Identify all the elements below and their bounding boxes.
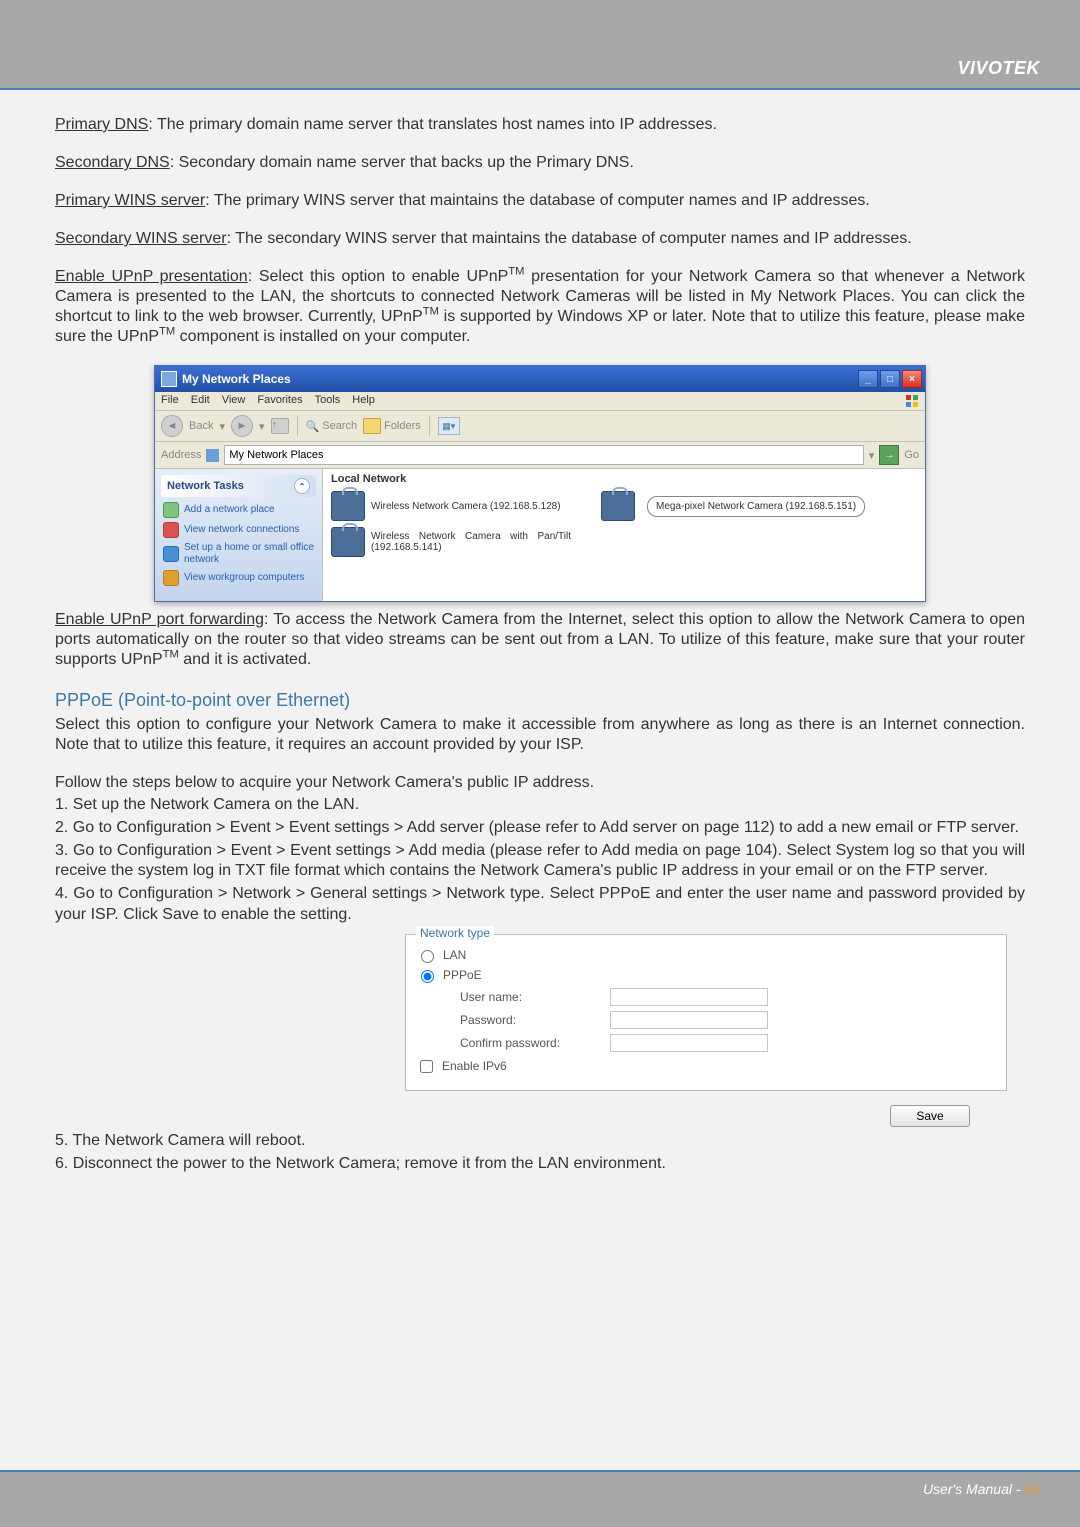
folder-icon [363, 418, 381, 434]
pppoe-intro: Select this option to configure your Net… [55, 715, 1025, 755]
add-place-icon [163, 502, 179, 518]
windows-flag-icon [905, 394, 919, 408]
pppoe-label: PPPoE [443, 968, 482, 982]
task-view-connections[interactable]: View network connections [163, 522, 314, 538]
menu-file[interactable]: File [161, 394, 179, 408]
window-titlebar: My Network Places _ □ × [155, 366, 925, 392]
step-6: 6. Disconnect the power to the Network C… [55, 1154, 1025, 1175]
back-button[interactable]: ◄ [161, 415, 183, 437]
views-button[interactable]: ▦▾ [438, 417, 460, 435]
menu-view[interactable]: View [222, 394, 246, 408]
upnp-forwarding-paragraph: Enable UPnP port forwarding: To access t… [55, 610, 1025, 670]
go-button[interactable]: → [879, 445, 899, 465]
save-button[interactable]: Save [890, 1105, 970, 1127]
camera-icon [331, 491, 365, 521]
menu-favorites[interactable]: Favorites [257, 394, 302, 408]
pppoe-radio[interactable] [421, 970, 434, 983]
primary-wins-paragraph: Primary WINS server: The primary WINS se… [55, 191, 1025, 211]
ipv6-checkbox[interactable] [420, 1060, 433, 1073]
menu-bar: File Edit View Favorites Tools Help [155, 392, 925, 411]
sidebar: Network Tasks ⌃ Add a network place View… [155, 469, 323, 601]
upnp-forwarding-label: Enable UPnP port forwarding [55, 611, 264, 628]
lan-radio[interactable] [421, 950, 434, 963]
secondary-dns-label: Secondary DNS [55, 154, 170, 171]
window-icon [161, 371, 177, 387]
secondary-wins-paragraph: Secondary WINS server: The secondary WIN… [55, 229, 1025, 249]
window-title: My Network Places [182, 372, 858, 386]
network-places-window: My Network Places _ □ × File Edit View F… [154, 365, 926, 602]
pppoe-follow: Follow the steps below to acquire your N… [55, 773, 1025, 793]
collapse-icon: ⌃ [294, 478, 310, 494]
secondary-wins-label: Secondary WINS server [55, 230, 227, 247]
lan-label: LAN [443, 948, 466, 962]
folders-button[interactable]: Folders [363, 418, 421, 434]
address-input[interactable] [224, 445, 863, 465]
toolbar: ◄ Back ▾ ► ▾ ↑ 🔍Search Folders ▦▾ [155, 411, 925, 442]
camera-item-2[interactable]: Wireless Network Camera with Pan/Tilt (1… [331, 527, 571, 557]
footer-band [0, 1472, 1080, 1527]
ipv6-label: Enable IPv6 [442, 1059, 507, 1073]
footer-label: User's Manual - 69 [923, 1481, 1040, 1497]
step-5: 5. The Network Camera will reboot. [55, 1131, 1025, 1152]
view-connections-icon [163, 522, 179, 538]
task-view-workgroup[interactable]: View workgroup computers [163, 570, 314, 586]
minimize-button[interactable]: _ [858, 370, 878, 388]
network-tasks-header[interactable]: Network Tasks ⌃ [161, 475, 316, 497]
secondary-dns-paragraph: Secondary DNS: Secondary domain name ser… [55, 153, 1025, 173]
menu-help[interactable]: Help [352, 394, 375, 408]
password-label: Password: [434, 1013, 610, 1027]
username-input[interactable] [610, 988, 768, 1006]
confirm-password-input[interactable] [610, 1034, 768, 1052]
network-type-form: Network type LAN PPPoE User name: Passwo… [405, 934, 1007, 1091]
step-2: 2. Go to Configuration > Event > Event s… [55, 818, 1025, 839]
camera-icon [601, 491, 635, 521]
upnp-presentation-paragraph: Enable UPnP presentation: Select this op… [55, 267, 1025, 347]
pppoe-heading: PPPoE (Point-to-point over Ethernet) [55, 690, 1025, 711]
step-1: 1. Set up the Network Camera on the LAN. [55, 795, 1025, 816]
camera-icon [331, 527, 365, 557]
primary-dns-label: Primary DNS [55, 116, 148, 133]
step-3: 3. Go to Configuration > Event > Event s… [55, 841, 1025, 883]
address-label: Address [161, 449, 201, 461]
callout-bubble: Mega-pixel Network Camera (192.168.5.151… [647, 496, 865, 517]
primary-wins-label: Primary WINS server [55, 192, 205, 209]
close-button[interactable]: × [902, 370, 922, 388]
confirm-password-label: Confirm password: [434, 1036, 610, 1050]
local-network-heading: Local Network [331, 473, 917, 485]
step-4: 4. Go to Configuration > Network > Gener… [55, 884, 1025, 926]
primary-dns-paragraph: Primary DNS: The primary domain name ser… [55, 115, 1025, 135]
forward-button[interactable]: ► [231, 415, 253, 437]
search-button[interactable]: 🔍Search [306, 420, 358, 433]
up-folder-icon[interactable]: ↑ [271, 418, 289, 434]
brand-label: VIVOTEK [957, 58, 1040, 79]
back-label: Back [189, 420, 213, 432]
maximize-button[interactable]: □ [880, 370, 900, 388]
form-legend: Network type [416, 926, 494, 940]
upnp-presentation-label: Enable UPnP presentation [55, 268, 248, 285]
task-setup-network[interactable]: Set up a home or small office network [163, 542, 314, 566]
go-label: Go [904, 449, 919, 461]
workgroup-icon [163, 570, 179, 586]
username-label: User name: [434, 990, 610, 1004]
password-input[interactable] [610, 1011, 768, 1029]
page-number: 69 [1024, 1481, 1040, 1497]
menu-tools[interactable]: Tools [315, 394, 341, 408]
menu-edit[interactable]: Edit [191, 394, 210, 408]
camera-item-1[interactable]: Wireless Network Camera (192.168.5.128) [331, 491, 571, 521]
address-bar: Address ▾ → Go [155, 442, 925, 469]
task-add-network-place[interactable]: Add a network place [163, 502, 314, 518]
setup-network-icon [163, 546, 179, 562]
main-panel: Local Network Wireless Network Camera (1… [323, 469, 925, 601]
address-icon [206, 449, 219, 462]
